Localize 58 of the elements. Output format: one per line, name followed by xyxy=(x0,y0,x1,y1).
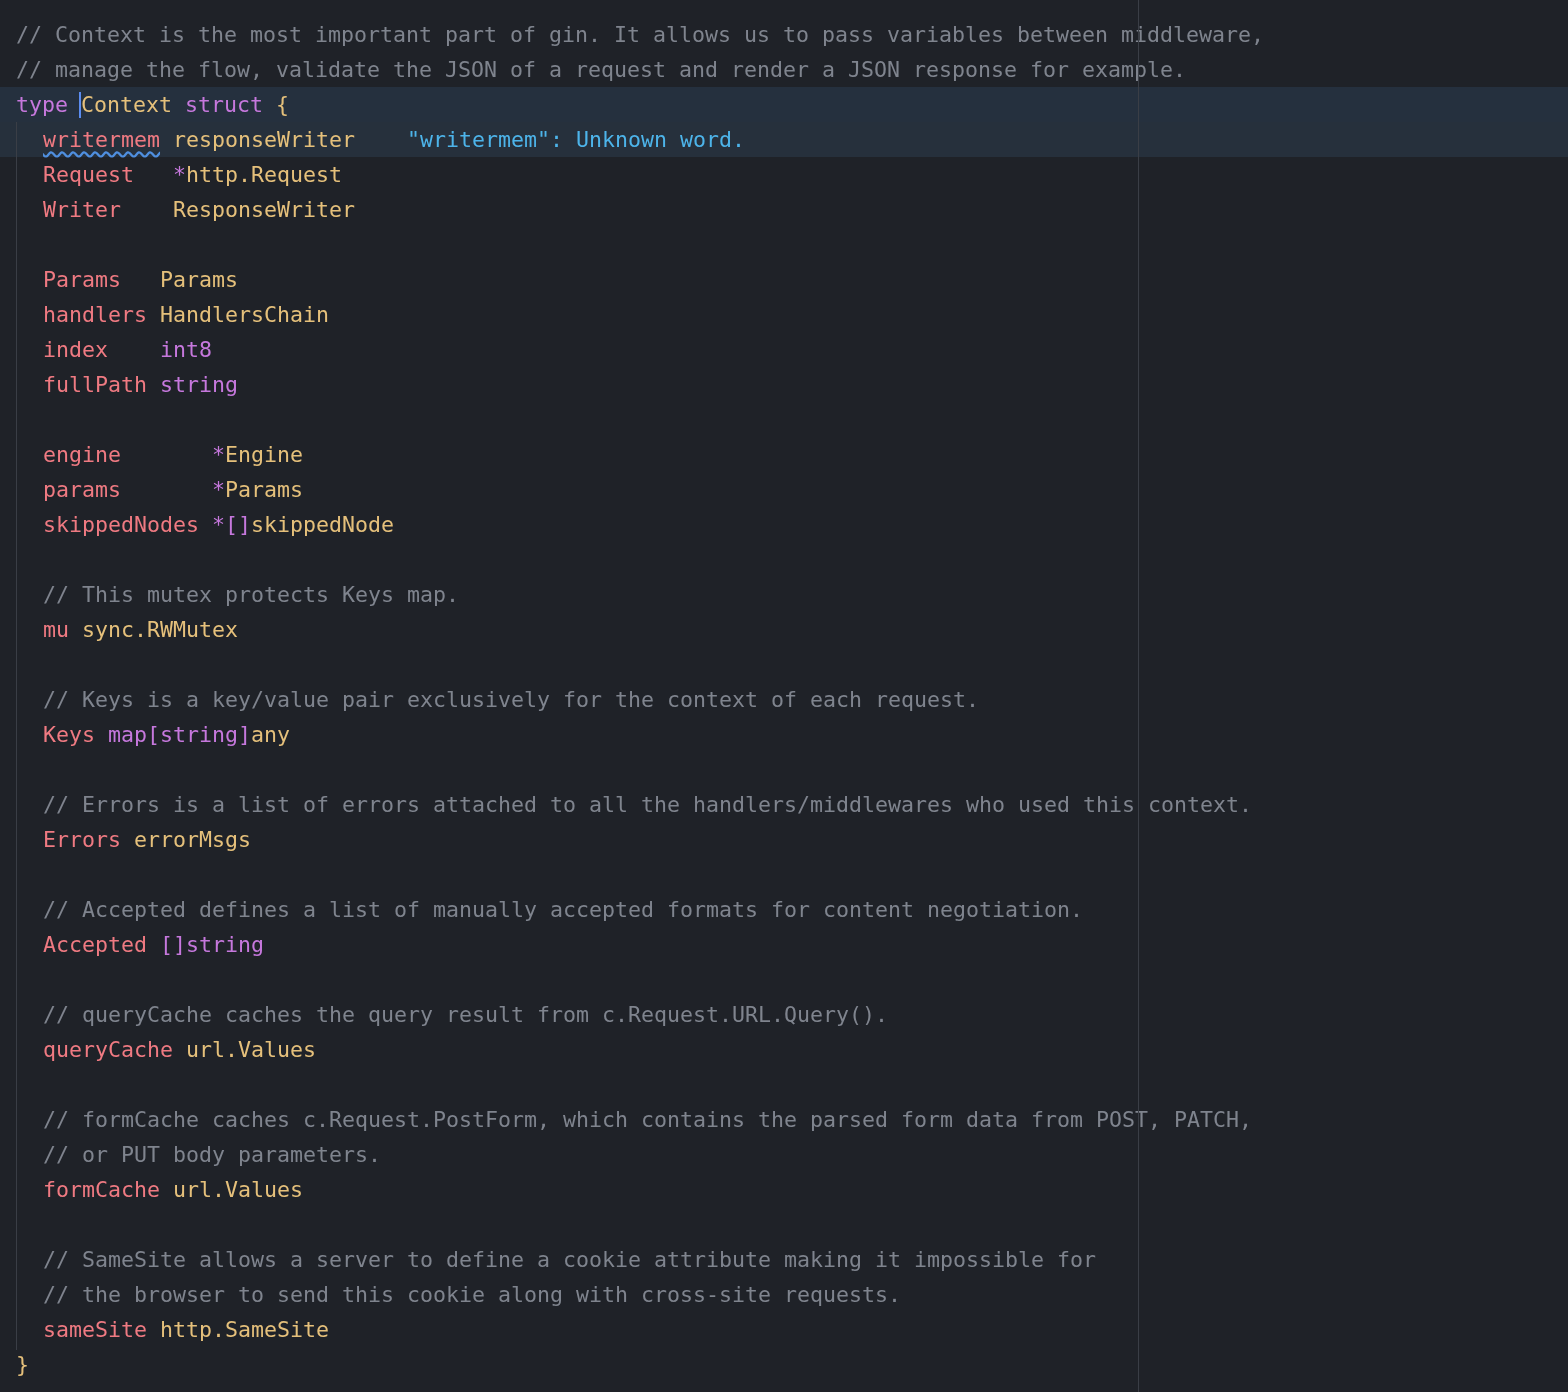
field-name: Request xyxy=(43,161,135,188)
operator: * xyxy=(212,441,225,468)
code-comment: // This mutex protects Keys map. xyxy=(43,581,460,608)
field-name: mu xyxy=(43,616,70,643)
operator: [] xyxy=(160,931,186,958)
builtin-type: int8 xyxy=(160,336,212,363)
code-comment: // SameSite allows a server to define a cookie attribute making it impossible for xyxy=(43,1246,1097,1273)
code-comment: // queryCache caches the query result from c.Request.URL.Query(). xyxy=(43,1001,889,1028)
field-name: formCache xyxy=(43,1176,161,1203)
type-name: http.SameSite xyxy=(160,1316,329,1343)
code-comment: // formCache caches c.Request.PostForm, which contains the parsed form data from POST, PATCH, xyxy=(43,1106,1253,1133)
inline-hint: "writermem": Unknown word. xyxy=(407,126,746,153)
field-name: writermem xyxy=(43,126,161,153)
field-name: sameSite xyxy=(43,1316,148,1343)
builtin-type: string xyxy=(160,371,238,398)
code-comment: // Accepted defines a list of manually accepted formats for content negotiation. xyxy=(43,896,1084,923)
code-comment: // the browser to send this cookie along with cross-site requests. xyxy=(43,1281,902,1308)
code-comment: // Keys is a key/value pair exclusively for the context of each request. xyxy=(43,686,980,713)
builtin-type: map[string] xyxy=(108,721,251,748)
field-name: params xyxy=(43,476,122,503)
type-name: responseWriter xyxy=(173,126,355,153)
operator: * xyxy=(212,476,225,503)
code-comment: // Errors is a list of errors attached to all the handlers/middlewares who used this context. xyxy=(43,791,1253,818)
operator: * xyxy=(173,161,186,188)
field-name: Writer xyxy=(43,196,122,223)
type-name: ResponseWriter xyxy=(173,196,355,223)
code-comment: // or PUT body parameters. xyxy=(43,1141,381,1168)
type-name: HandlersChain xyxy=(160,301,329,328)
type-name: Params xyxy=(160,266,238,293)
builtin-type: string xyxy=(186,931,265,958)
field-name: engine xyxy=(43,441,122,468)
type-name: url.Values xyxy=(186,1036,316,1063)
type-name: errorMsgs xyxy=(134,826,251,853)
field-name: handlers xyxy=(43,301,148,328)
type-name: Context xyxy=(79,91,173,118)
type-name: Params xyxy=(225,476,304,503)
field-name: Errors xyxy=(43,826,122,853)
type-name: any xyxy=(251,721,291,748)
keyword: type xyxy=(16,91,68,118)
field-name: skippedNodes xyxy=(43,511,200,538)
type-name: http.Request xyxy=(186,161,343,188)
field-name: Accepted xyxy=(43,931,148,958)
brace: { xyxy=(276,91,290,118)
type-name: skippedNode xyxy=(251,511,395,538)
type-name: url.Values xyxy=(173,1176,303,1203)
field-name: Params xyxy=(43,266,122,293)
code-comment: // Context is the most important part of gin. It allows us to pass variables between middleware, xyxy=(16,21,1265,48)
field-name: queryCache xyxy=(43,1036,174,1063)
field-name: fullPath xyxy=(43,371,148,398)
code-editor[interactable] xyxy=(0,0,1568,1392)
keyword: struct xyxy=(185,91,264,118)
type-name: Engine xyxy=(225,441,304,468)
code-comment: // manage the flow, validate the JSON of a request and render a JSON response for example. xyxy=(16,56,1187,83)
field-name: index xyxy=(43,336,109,363)
operator: *[] xyxy=(212,511,251,538)
field-name: Keys xyxy=(43,721,96,748)
type-name: sync.RWMutex xyxy=(82,616,238,643)
brace: } xyxy=(16,1351,29,1378)
